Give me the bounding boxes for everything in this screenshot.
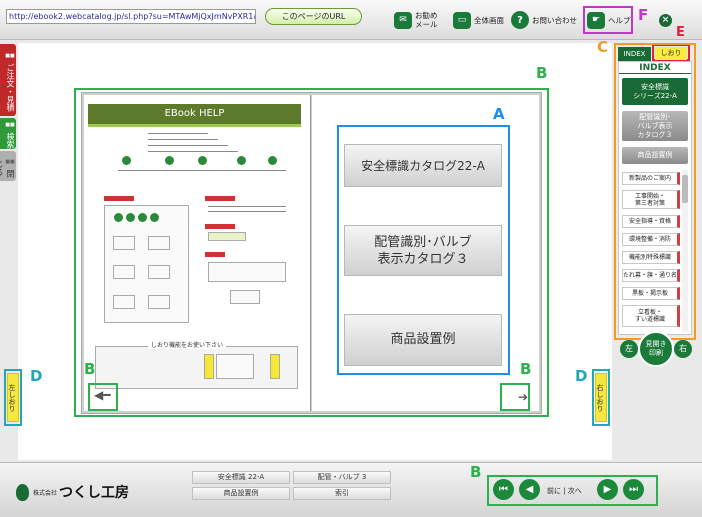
- top-toolbar: http://ebook2.webcatalog.jp/sl.php?su=MT…: [0, 0, 702, 40]
- left-bookmark-button[interactable]: 左しおり: [7, 373, 19, 422]
- annotation-label-f: F: [638, 6, 649, 24]
- next-page-icon[interactable]: ▶: [597, 479, 618, 500]
- first-page-icon[interactable]: ⏮: [493, 479, 514, 500]
- tab-search-label: 検索: [6, 132, 15, 149]
- bottom-link-pipe-valve[interactable]: 配管・バルブ 3: [293, 471, 391, 484]
- tab-order-estimate[interactable]: ■■ ご注文・見積: [0, 44, 16, 116]
- contact-label: お問い合わせ: [532, 15, 577, 25]
- tab-order-label: ご注文・見積: [6, 63, 15, 112]
- print-right-button[interactable]: 右: [674, 340, 692, 358]
- contact-button[interactable]: ? お問い合わせ: [511, 7, 577, 33]
- annotation-label-c: C: [597, 38, 609, 56]
- annotation-frame-index: [614, 43, 696, 340]
- tab-search[interactable]: ■■ 検索: [0, 118, 16, 149]
- question-icon: ?: [511, 11, 529, 29]
- annotation-label-e: E: [676, 25, 685, 40]
- last-page-icon[interactable]: ⏭: [623, 479, 644, 500]
- annotation-label-b: B: [470, 463, 482, 481]
- print-spread-button[interactable]: 見開き 印刷: [638, 331, 674, 367]
- prev-page-icon[interactable]: ◀: [519, 479, 540, 500]
- help-label: ヘルプ: [608, 15, 631, 25]
- right-bookmark-button[interactable]: 右しおり: [595, 373, 607, 422]
- bottom-link-installation[interactable]: 商品設置例: [192, 487, 290, 500]
- page-next-arrow-icon[interactable]: ➔: [518, 390, 528, 404]
- tab-close[interactable]: ■■ 閉じる: [0, 151, 16, 181]
- annotation-label-b: B: [84, 360, 96, 378]
- ebook-viewer: http://ebook2.webcatalog.jp/sl.php?su=MT…: [0, 0, 702, 517]
- grid-icon: ■■: [5, 158, 15, 165]
- logo-mark-icon: [16, 483, 29, 501]
- annotation-label-d: D: [30, 367, 43, 385]
- fullscreen-label: 全体画面: [474, 15, 504, 25]
- logo-company-name: つくし工房: [59, 485, 130, 501]
- company-logo[interactable]: 株式会社 つくし工房: [16, 482, 129, 502]
- mail-icon: ✉: [394, 11, 412, 29]
- annotation-label-d: D: [575, 367, 588, 385]
- page-prev-arrow-icon[interactable]: ◀━: [94, 388, 110, 402]
- annotation-label-b: B: [536, 64, 548, 82]
- annotation-frame-content: [337, 125, 510, 375]
- bottom-link-index[interactable]: 索引: [293, 487, 391, 500]
- grid-icon: ■■: [5, 52, 15, 59]
- logo-company-prefix: 株式会社: [33, 489, 58, 497]
- bottom-link-safety-signs[interactable]: 安全標識 22-A: [192, 471, 290, 484]
- fullscreen-icon: ▭: [453, 11, 471, 29]
- close-icon[interactable]: ×: [659, 14, 672, 27]
- url-field[interactable]: http://ebook2.webcatalog.jp/sl.php?su=MT…: [6, 9, 256, 24]
- print-left-button[interactable]: 左: [620, 340, 638, 358]
- recommend-mail-label: お勧め メール: [415, 11, 438, 29]
- page-url-button[interactable]: このページのURL: [265, 8, 362, 25]
- annotation-label-b: B: [520, 360, 532, 378]
- side-tabs: ■■ ご注文・見積 ■■ 検索 ■■ 閉じる: [0, 44, 16, 183]
- recommend-mail-button[interactable]: ✉ お勧め メール: [394, 7, 438, 33]
- hand-pointer-icon: ☛: [587, 11, 605, 29]
- help-button[interactable]: ☛ ヘルプ: [583, 6, 633, 34]
- annotation-label-a: A: [493, 105, 505, 123]
- fullscreen-button[interactable]: ▭ 全体画面: [453, 7, 504, 33]
- grid-icon: ■■: [5, 122, 15, 129]
- page-nav-label: 前に | 次へ: [547, 487, 582, 495]
